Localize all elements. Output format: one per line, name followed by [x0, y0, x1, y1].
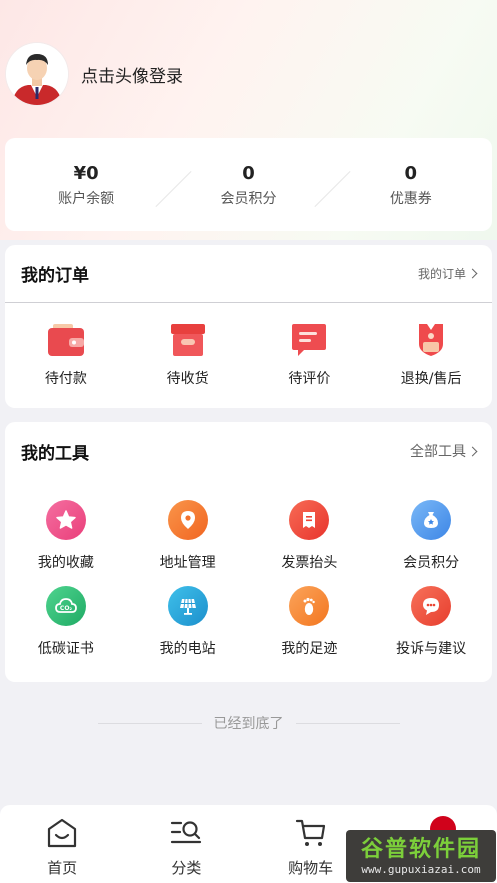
divider-line: [295, 722, 400, 724]
tool-carbon-certificate[interactable]: CO₂ 低碳证书: [5, 586, 127, 658]
tools-grid: 我的收藏 地址管理 发票抬头 会员积分 CO₂ 低碳证书 我的电站 我的足迹 投…: [5, 480, 492, 658]
avatar[interactable]: [6, 43, 68, 105]
tool-footprints[interactable]: 我的足迹: [249, 586, 371, 658]
tool-points[interactable]: 会员积分: [370, 500, 492, 572]
order-pending-delivery[interactable]: 待收货: [127, 322, 249, 388]
stat-value: 0: [404, 162, 418, 184]
stat-value: 0: [242, 162, 255, 184]
box-icon: [169, 322, 207, 358]
chat-icon: [411, 586, 452, 626]
watermark-url: www.gupuxiazai.com: [361, 862, 481, 876]
profile-header: 点击头像登录: [6, 42, 183, 106]
tool-feedback[interactable]: 投诉与建议: [370, 586, 492, 658]
footprint-icon: [289, 586, 330, 626]
my-tools-card: 我的工具 全部工具 我的收藏 地址管理 发票抬头 会员积分 CO₂ 低碳证书 我…: [5, 422, 492, 682]
stat-points[interactable]: 0 会员积分: [167, 162, 329, 208]
order-pending-review[interactable]: 待评价: [249, 322, 371, 388]
home-icon: [45, 817, 79, 849]
chevron-right-icon: [467, 268, 478, 279]
watermark-main: 谷普软件园: [360, 836, 481, 862]
tool-label: 我的足迹: [281, 641, 338, 657]
tool-label: 低碳证书: [37, 641, 94, 657]
invoice-icon: [289, 500, 330, 540]
order-after-sale[interactable]: 退换/售后: [370, 322, 492, 388]
star-icon: [45, 500, 86, 540]
stat-value: ¥0: [73, 162, 99, 184]
tab-home[interactable]: 首页: [0, 805, 124, 883]
tab-label: 分类: [171, 859, 202, 877]
cart-icon: [294, 817, 328, 849]
tool-power-station[interactable]: 我的电站: [127, 586, 249, 658]
end-of-list-note: 已经到底了: [0, 712, 497, 734]
tools-header: 我的工具 全部工具: [5, 422, 492, 480]
tool-label: 投诉与建议: [396, 641, 467, 657]
account-stats-card: ¥0 账户余额 0 会员积分 0 优惠券: [5, 138, 492, 231]
co2-icon: CO₂: [45, 586, 86, 626]
all-orders-link[interactable]: 我的订单: [417, 265, 478, 282]
stat-label: 会员积分: [220, 190, 277, 207]
all-tools-label: 全部工具: [410, 444, 466, 460]
orders-title: 我的订单: [21, 266, 89, 286]
chevron-right-icon: [467, 446, 478, 456]
svg-text:CO₂: CO₂: [60, 605, 73, 612]
order-label: 待评价: [288, 371, 331, 387]
tool-label: 会员积分: [403, 555, 460, 571]
order-label: 待收货: [166, 371, 209, 387]
divider-line: [97, 722, 202, 724]
stat-label: 优惠券: [389, 190, 432, 207]
tool-invoice[interactable]: 发票抬头: [249, 500, 371, 572]
points-bag-icon: [411, 500, 452, 540]
tool-label: 我的电站: [159, 641, 216, 657]
tab-category[interactable]: 分类: [124, 805, 248, 883]
order-status-row: 待付款 待收货 待评价 退换/售后: [5, 303, 492, 407]
order-pending-payment[interactable]: 待付款: [5, 322, 127, 388]
stat-coupons[interactable]: 0 优惠券: [330, 162, 492, 208]
tab-label: 购物车: [288, 859, 334, 877]
tools-title: 我的工具: [21, 443, 89, 464]
stat-balance[interactable]: ¥0 账户余额: [5, 162, 167, 208]
watermark-logo: 谷普软件园 www.gupuxiazai.com: [346, 830, 496, 882]
tool-favorites[interactable]: 我的收藏: [5, 500, 127, 572]
tool-address[interactable]: 地址管理: [127, 500, 249, 572]
end-of-list-text: 已经到底了: [213, 716, 284, 732]
all-tools-link[interactable]: 全部工具: [410, 441, 478, 461]
my-orders-card: 我的订单 我的订单 待付款 待收货 待评价 退换/售后: [5, 245, 492, 408]
tool-label: 发票抬头: [281, 555, 338, 571]
tool-label: 我的收藏: [37, 555, 94, 571]
solar-panel-icon: [167, 586, 208, 626]
location-pin-icon: [167, 500, 208, 540]
tool-label: 地址管理: [159, 555, 216, 571]
stat-label: 账户余额: [58, 190, 115, 207]
wallet-icon: [47, 322, 85, 358]
order-label: 待付款: [44, 371, 87, 387]
after-sale-icon: [412, 322, 450, 358]
login-prompt[interactable]: 点击头像登录: [81, 62, 183, 87]
category-icon: [169, 817, 203, 849]
orders-header: 我的订单 我的订单: [5, 245, 492, 303]
all-orders-label: 我的订单: [417, 267, 466, 281]
tab-label: 首页: [47, 859, 78, 877]
comment-icon: [290, 322, 328, 358]
order-label: 退换/售后: [400, 371, 462, 387]
